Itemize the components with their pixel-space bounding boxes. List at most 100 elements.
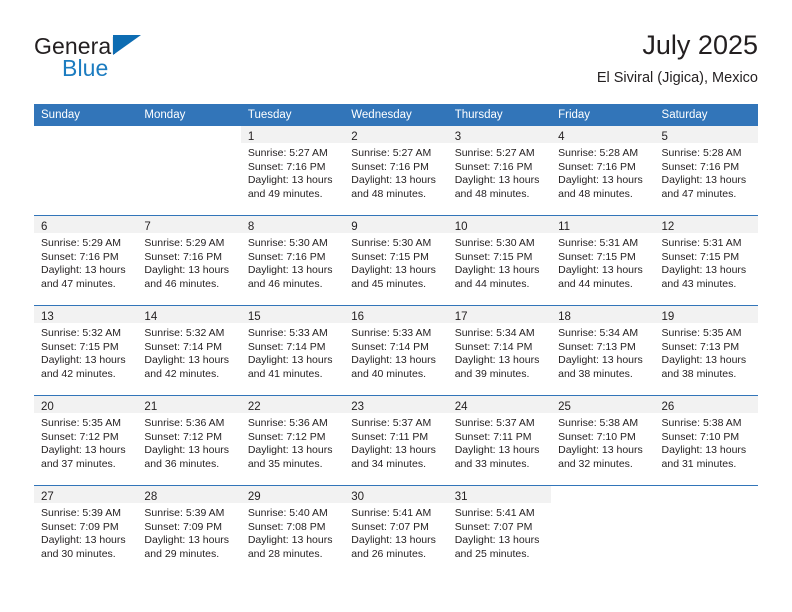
calendar-cell-day[interactable]: 8 Sunrise: 5:30 AM Sunset: 7:16 PM Daylight…: [240, 215, 345, 306]
calendar-cell-day[interactable]: 29 Sunrise: 5:40 AM Sunset: 7:08 PM Dayligh…: [240, 485, 345, 575]
day-cell: 17 Sunrise: 5:34 AM Sunset: 7:14 PM Dayligh…: [447, 306, 552, 395]
daylight-text-line2: and 32 minutes.: [558, 457, 633, 470]
day-number-band: [654, 486, 758, 503]
day-details: Sunrise: 5:34 AM Sunset: 7:13 PM Daylight:…: [551, 323, 654, 381]
calendar-cell-day[interactable]: 24 Sunrise: 5:37 AM Sunset: 7:11 PM Dayligh…: [447, 395, 552, 486]
calendar-cell-day[interactable]: 10 Sunrise: 5:30 AM Sunset: 7:15 PM Dayligh…: [447, 215, 552, 306]
daylight-text-line1: Daylight: 13 hours: [41, 534, 126, 547]
sunrise-text: Sunrise: 5:28 AM: [558, 147, 639, 159]
day-details: Sunrise: 5:30 AM Sunset: 7:15 PM Daylight:…: [344, 233, 447, 291]
daylight-text-line2: and 41 minutes.: [247, 367, 323, 380]
day-number-band: 16: [344, 306, 448, 323]
daylight-text-line2: and 42 minutes.: [41, 367, 116, 380]
calendar-cell-day[interactable]: 27 Sunrise: 5:39 AM Sunset: 7:09 PM Dayligh…: [34, 485, 138, 575]
sunset-text: Sunset: 7:14 PM: [454, 340, 533, 353]
sunset-text: Sunset: 7:16 PM: [558, 160, 636, 173]
daylight-text-line2: and 44 minutes.: [558, 277, 633, 290]
sunset-text: Sunset: 7:16 PM: [351, 160, 429, 173]
sunset-text: Sunset: 7:15 PM: [558, 250, 636, 263]
day-cell: 4 Sunrise: 5:28 AM Sunset: 7:16 PM Daylight…: [551, 126, 655, 215]
calendar-cell-day[interactable]: 25 Sunrise: 5:38 AM Sunset: 7:10 PM Dayligh…: [551, 395, 655, 486]
calendar-cell-day[interactable]: 23 Sunrise: 5:37 AM Sunset: 7:11 PM Dayligh…: [344, 395, 448, 486]
calendar-cell-day[interactable]: 17 Sunrise: 5:34 AM Sunset: 7:14 PM Dayligh…: [447, 305, 552, 396]
calendar-cell-day[interactable]: 18 Sunrise: 5:34 AM Sunset: 7:13 PM Dayligh…: [551, 305, 655, 396]
calendar-cell-day[interactable]: 1 Sunrise: 5:27 AM Sunset: 7:16 PM Daylight…: [240, 126, 345, 216]
day-details: Sunrise: 5:30 AM Sunset: 7:16 PM Daylight:…: [241, 233, 344, 291]
day-cell: 2 Sunrise: 5:27 AM Sunset: 7:16 PM Daylight…: [344, 126, 448, 215]
sunset-text: Sunset: 7:16 PM: [247, 250, 326, 263]
calendar-cell-day[interactable]: 31 Sunrise: 5:41 AM Sunset: 7:07 PM Dayligh…: [447, 485, 552, 575]
calendar-cell-day[interactable]: 13 Sunrise: 5:32 AM Sunset: 7:15 PM Dayligh…: [34, 305, 138, 396]
daylight-text-line2: and 46 minutes.: [144, 277, 220, 290]
day-number-band: 8: [240, 216, 345, 233]
sunrise-text: Sunrise: 5:40 AM: [247, 507, 328, 519]
calendar-cell-day[interactable]: 6 Sunrise: 5:29 AM Sunset: 7:16 PM Daylight…: [34, 215, 138, 306]
calendar-cell-empty: [551, 485, 655, 575]
page-header: General Blue July 2025 El Siviral (Jigic…: [34, 28, 758, 90]
day-cell: 5 Sunrise: 5:28 AM Sunset: 7:16 PM Daylight…: [654, 126, 758, 215]
day-number: 16: [351, 311, 365, 323]
calendar-cell-day[interactable]: 3 Sunrise: 5:27 AM Sunset: 7:16 PM Daylight…: [447, 126, 552, 216]
daylight-text-line2: and 48 minutes.: [558, 187, 633, 200]
weekday-header-thursday: Thursday: [447, 104, 552, 126]
calendar-cell-day[interactable]: 9 Sunrise: 5:30 AM Sunset: 7:15 PM Daylight…: [344, 215, 448, 306]
day-details: Sunrise: 5:38 AM Sunset: 7:10 PM Daylight:…: [655, 413, 758, 471]
day-details: Sunrise: 5:39 AM Sunset: 7:09 PM Daylight:…: [137, 503, 240, 561]
day-details: Sunrise: 5:40 AM Sunset: 7:08 PM Daylight:…: [241, 503, 344, 561]
general-blue-logo[interactable]: General Blue: [34, 34, 234, 90]
daylight-text-line2: and 34 minutes.: [351, 457, 426, 470]
day-number-band: 19: [654, 306, 758, 323]
day-details: Sunrise: 5:29 AM Sunset: 7:16 PM Daylight:…: [137, 233, 240, 291]
day-cell: 8 Sunrise: 5:30 AM Sunset: 7:16 PM Daylight…: [240, 216, 345, 305]
sunset-text: Sunset: 7:11 PM: [351, 430, 429, 443]
calendar-week-row: 20 Sunrise: 5:35 AM Sunset: 7:12 PM Dayligh…: [34, 395, 758, 486]
calendar-cell-day[interactable]: 15 Sunrise: 5:33 AM Sunset: 7:14 PM Dayligh…: [240, 305, 345, 396]
day-number-band: 27: [34, 486, 138, 503]
sunset-text: Sunset: 7:15 PM: [351, 250, 429, 263]
calendar-cell-day[interactable]: 20 Sunrise: 5:35 AM Sunset: 7:12 PM Dayligh…: [34, 395, 138, 486]
calendar-cell-day[interactable]: 28 Sunrise: 5:39 AM Sunset: 7:09 PM Dayligh…: [137, 485, 241, 575]
sunset-text: Sunset: 7:10 PM: [661, 430, 740, 443]
sunrise-text: Sunrise: 5:30 AM: [351, 237, 432, 249]
calendar-cell-day[interactable]: 19 Sunrise: 5:35 AM Sunset: 7:13 PM Dayligh…: [654, 305, 758, 396]
day-number: 10: [454, 221, 468, 233]
calendar-cell-day[interactable]: 22 Sunrise: 5:36 AM Sunset: 7:12 PM Dayligh…: [240, 395, 345, 486]
calendar-header-row-group: Sunday Monday Tuesday Wednesday Thursday…: [34, 104, 758, 126]
calendar-cell-day[interactable]: 4 Sunrise: 5:28 AM Sunset: 7:16 PM Daylight…: [551, 126, 655, 216]
daylight-text-line2: and 39 minutes.: [454, 367, 530, 380]
calendar-cell-day[interactable]: 11 Sunrise: 5:31 AM Sunset: 7:15 PM Dayligh…: [551, 215, 655, 306]
calendar-cell-day[interactable]: 2 Sunrise: 5:27 AM Sunset: 7:16 PM Daylight…: [344, 126, 448, 216]
day-cell: 25 Sunrise: 5:38 AM Sunset: 7:10 PM Dayligh…: [551, 396, 655, 485]
daylight-text-line1: Daylight: 13 hours: [661, 174, 747, 187]
calendar-week-row: 6 Sunrise: 5:29 AM Sunset: 7:16 PM Daylight…: [34, 215, 758, 306]
day-cell: 19 Sunrise: 5:35 AM Sunset: 7:13 PM Dayligh…: [654, 306, 758, 395]
day-details: Sunrise: 5:29 AM Sunset: 7:16 PM Daylight:…: [34, 233, 137, 291]
calendar-cell-day[interactable]: 5 Sunrise: 5:28 AM Sunset: 7:16 PM Daylight…: [654, 126, 758, 216]
day-details: Sunrise: 5:41 AM Sunset: 7:07 PM Daylight:…: [344, 503, 447, 561]
day-cell: [654, 486, 758, 575]
daylight-text-line2: and 36 minutes.: [144, 457, 220, 470]
daylight-text-line1: Daylight: 13 hours: [558, 264, 643, 277]
sunrise-text: Sunrise: 5:31 AM: [661, 237, 742, 249]
weekday-header-row: Sunday Monday Tuesday Wednesday Thursday…: [34, 104, 758, 126]
day-number-band: 20: [34, 396, 138, 413]
day-number-band: 7: [137, 216, 241, 233]
sunrise-text: Sunrise: 5:37 AM: [351, 417, 432, 429]
calendar-cell-empty: [34, 126, 138, 216]
weekday-header-saturday: Saturday: [654, 104, 758, 126]
calendar-cell-day[interactable]: 30 Sunrise: 5:41 AM Sunset: 7:07 PM Dayligh…: [344, 485, 448, 575]
daylight-text-line2: and 35 minutes.: [247, 457, 323, 470]
day-number-band: 15: [240, 306, 345, 323]
day-number: 27: [41, 491, 54, 503]
location-subtitle: El Siviral (Jigica), Mexico: [596, 70, 758, 86]
calendar-cell-day[interactable]: 14 Sunrise: 5:32 AM Sunset: 7:14 PM Dayligh…: [137, 305, 241, 396]
day-number: 24: [454, 401, 468, 413]
calendar-cell-day[interactable]: 7 Sunrise: 5:29 AM Sunset: 7:16 PM Daylight…: [137, 215, 241, 306]
calendar-cell-day[interactable]: 26 Sunrise: 5:38 AM Sunset: 7:10 PM Dayligh…: [654, 395, 758, 486]
day-details: Sunrise: 5:28 AM Sunset: 7:16 PM Daylight:…: [655, 143, 758, 201]
calendar-cell-day[interactable]: 21 Sunrise: 5:36 AM Sunset: 7:12 PM Dayligh…: [137, 395, 241, 486]
calendar-cell-day[interactable]: 16 Sunrise: 5:33 AM Sunset: 7:14 PM Dayligh…: [344, 305, 448, 396]
calendar-cell-day[interactable]: 12 Sunrise: 5:31 AM Sunset: 7:15 PM Dayligh…: [654, 215, 758, 306]
day-number-band: [34, 126, 138, 143]
sunrise-text: Sunrise: 5:41 AM: [351, 507, 432, 519]
